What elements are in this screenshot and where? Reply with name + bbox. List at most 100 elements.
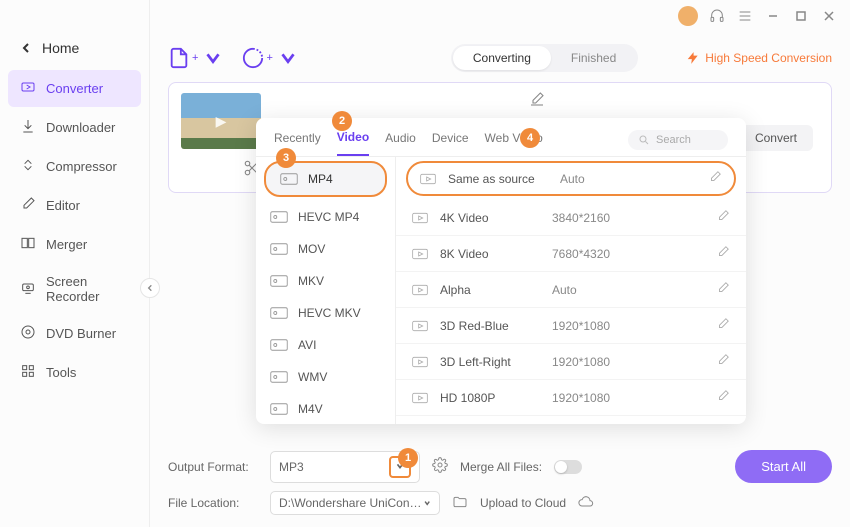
- quality-option[interactable]: HD 720P1280*720: [396, 416, 746, 424]
- format-icon: [270, 402, 288, 416]
- quality-option[interactable]: Same as sourceAuto: [406, 161, 736, 196]
- nav-icon: [20, 363, 36, 382]
- format-icon: [270, 370, 288, 384]
- cloud-icon[interactable]: [578, 494, 594, 513]
- callout-4: 4: [520, 128, 540, 148]
- callout-1: 1: [398, 448, 418, 468]
- format-option-mov[interactable]: MOV: [256, 233, 395, 265]
- merge-label: Merge All Files:: [460, 460, 542, 474]
- status-segment: Converting Finished: [451, 44, 638, 72]
- maximize-button[interactable]: [792, 7, 810, 25]
- format-search[interactable]: Search: [628, 130, 728, 150]
- sidebar-item-screen-recorder[interactable]: Screen Recorder: [8, 265, 141, 313]
- hsc-label: High Speed Conversion: [705, 51, 832, 65]
- user-avatar[interactable]: [678, 6, 698, 26]
- file-location-value: D:\Wondershare UniConverter 1: [279, 496, 423, 510]
- tab-converting[interactable]: Converting: [453, 46, 551, 70]
- format-icon: [270, 210, 288, 224]
- output-settings-icon[interactable]: [432, 457, 448, 476]
- convert-button[interactable]: Convert: [739, 125, 813, 151]
- sidebar-item-converter[interactable]: Converter: [8, 70, 141, 107]
- quality-edit-icon[interactable]: [716, 353, 730, 370]
- nav-label: Downloader: [46, 120, 115, 135]
- quality-edit-icon[interactable]: [708, 170, 722, 187]
- nav-icon: [20, 324, 36, 343]
- format-icon: [280, 172, 298, 186]
- format-picker-panel: RecentlyVideoAudioDeviceWeb VideoSearch …: [256, 118, 746, 424]
- sidebar-item-merger[interactable]: Merger: [8, 226, 141, 263]
- quality-resolution: 3840*2160: [552, 211, 704, 225]
- merge-toggle[interactable]: [554, 460, 582, 474]
- format-label: M4V: [298, 402, 323, 416]
- sidebar-item-tools[interactable]: Tools: [8, 354, 141, 391]
- quality-option[interactable]: 4K Video 3840*2160: [396, 200, 746, 236]
- add-folder-button[interactable]: +: [242, 47, 298, 69]
- quality-resolution: Auto: [552, 283, 704, 297]
- quality-label: 3D Red-Blue: [440, 319, 540, 333]
- edit-title-button[interactable]: [529, 91, 545, 112]
- sidebar-item-dvd-burner[interactable]: DVD Burner: [8, 315, 141, 352]
- quality-icon: [420, 173, 436, 185]
- format-label: HEVC MKV: [298, 306, 361, 320]
- home-link[interactable]: Home: [0, 30, 149, 70]
- search-placeholder: Search: [656, 134, 691, 146]
- nav-icon: [20, 157, 36, 176]
- quality-option[interactable]: Alpha Auto: [396, 272, 746, 308]
- tab-finished[interactable]: Finished: [551, 46, 636, 70]
- add-file-button[interactable]: +: [168, 47, 224, 69]
- format-label: MKV: [298, 274, 324, 288]
- format-icon: [270, 274, 288, 288]
- minimize-button[interactable]: [764, 7, 782, 25]
- format-tab-audio[interactable]: Audio: [385, 131, 416, 155]
- high-speed-conversion[interactable]: High Speed Conversion: [686, 51, 832, 65]
- quality-icon: [412, 356, 428, 368]
- format-option-hevc-mp4[interactable]: HEVC MP4: [256, 201, 395, 233]
- format-tab-video[interactable]: Video: [337, 130, 369, 156]
- nav-label: DVD Burner: [46, 326, 116, 341]
- nav-icon: [20, 118, 36, 137]
- nav-icon: [20, 79, 36, 98]
- format-option-hevc-mkv[interactable]: HEVC MKV: [256, 297, 395, 329]
- quality-resolution: Auto: [560, 172, 696, 186]
- start-all-button[interactable]: Start All: [735, 450, 832, 483]
- quality-edit-icon[interactable]: [716, 245, 730, 262]
- format-label: WMV: [298, 370, 327, 384]
- format-tab-device[interactable]: Device: [432, 131, 469, 155]
- nav-label: Compressor: [46, 159, 117, 174]
- quality-icon: [412, 392, 428, 404]
- quality-edit-icon[interactable]: [716, 389, 730, 406]
- menu-icon[interactable]: [736, 7, 754, 25]
- format-option-wmv[interactable]: WMV: [256, 361, 395, 393]
- quality-resolution: 1920*1080: [552, 355, 704, 369]
- quality-option[interactable]: 3D Left-Right1920*1080: [396, 344, 746, 380]
- quality-option[interactable]: 3D Red-Blue1920*1080: [396, 308, 746, 344]
- headset-icon[interactable]: [708, 7, 726, 25]
- quality-icon: [412, 284, 428, 296]
- nav-label: Merger: [46, 237, 87, 252]
- format-label: AVI: [298, 338, 316, 352]
- quality-edit-icon[interactable]: [716, 281, 730, 298]
- quality-option[interactable]: 8K Video7680*4320: [396, 236, 746, 272]
- file-location-select[interactable]: D:\Wondershare UniConverter 1: [270, 491, 440, 515]
- format-option-mkv[interactable]: MKV: [256, 265, 395, 297]
- sidebar-item-compressor[interactable]: Compressor: [8, 148, 141, 185]
- quality-label: Alpha: [440, 283, 540, 297]
- nav-icon: [20, 235, 36, 254]
- nav-icon: [20, 280, 36, 299]
- quality-label: 4K Video: [440, 211, 540, 225]
- sidebar-item-editor[interactable]: Editor: [8, 187, 141, 224]
- file-location-label: File Location:: [168, 496, 258, 510]
- nav-label: Tools: [46, 365, 76, 380]
- format-option-m4v[interactable]: M4V: [256, 393, 395, 424]
- quality-edit-icon[interactable]: [716, 209, 730, 226]
- close-button[interactable]: [820, 7, 838, 25]
- format-icon: [270, 242, 288, 256]
- upload-label: Upload to Cloud: [480, 496, 566, 510]
- sidebar-item-downloader[interactable]: Downloader: [8, 109, 141, 146]
- output-format-value: MP3: [279, 460, 304, 474]
- format-option-avi[interactable]: AVI: [256, 329, 395, 361]
- quality-edit-icon[interactable]: [716, 317, 730, 334]
- quality-option[interactable]: HD 1080P1920*1080: [396, 380, 746, 416]
- video-thumbnail[interactable]: [181, 93, 261, 149]
- open-folder-icon[interactable]: [452, 494, 468, 513]
